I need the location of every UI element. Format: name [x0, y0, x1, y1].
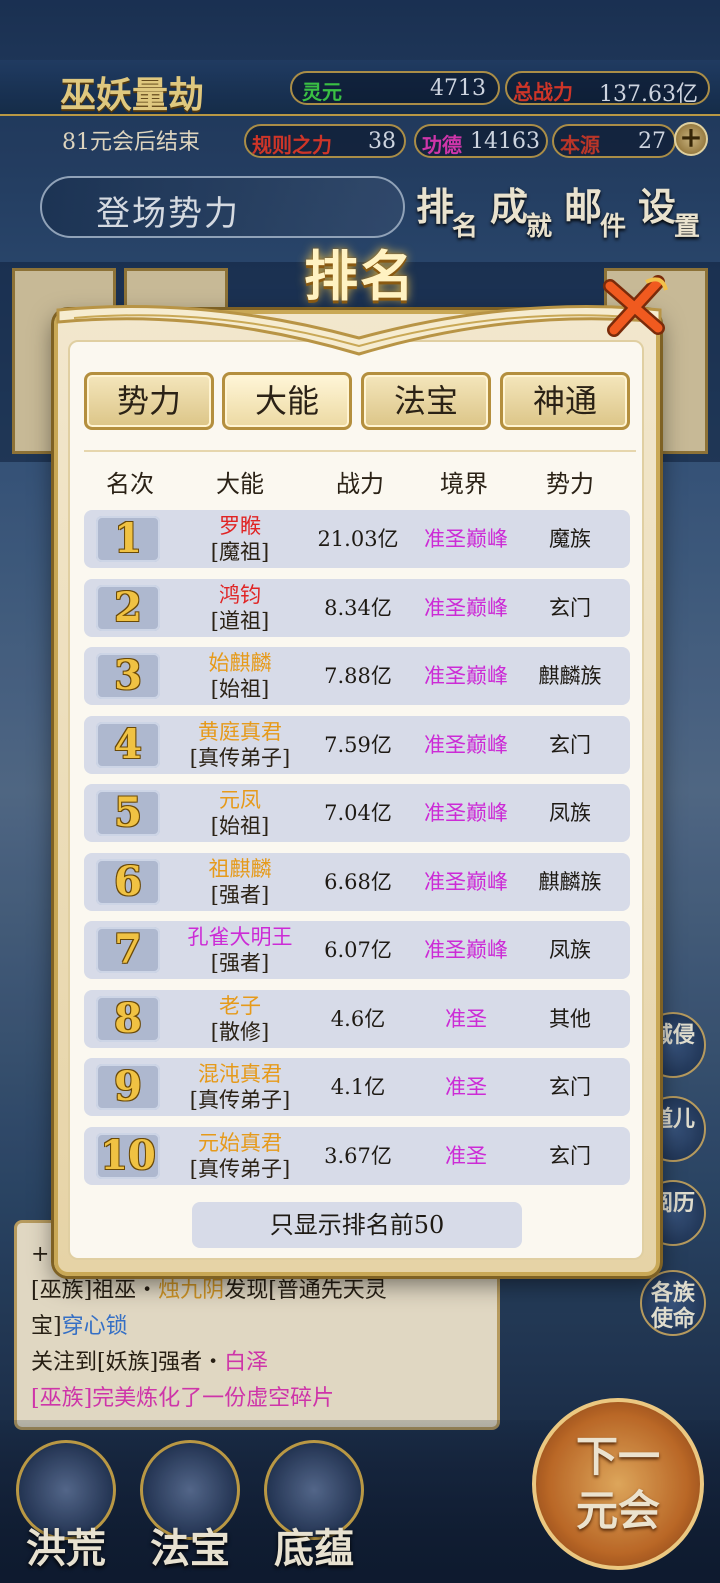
- tab-magic[interactable]: 神通: [500, 372, 630, 430]
- header-power: 战力: [336, 470, 384, 498]
- ranking-row[interactable]: 3 始麒麟 [始祖] 7.88亿 准圣巅峰 麒麟族: [84, 647, 630, 705]
- top50-note: 只显示排名前50: [192, 1202, 522, 1248]
- character-realm: 准圣巅峰: [424, 527, 508, 551]
- rank-badge: 10: [96, 1131, 160, 1179]
- rank-number: 2: [114, 583, 142, 631]
- rank-badge: 4: [96, 720, 160, 768]
- character-title: [魔祖]: [210, 540, 270, 564]
- ranking-row[interactable]: 1 罗睺 [魔祖] 21.03亿 准圣巅峰 魔族: [84, 510, 630, 568]
- character-power: 7.04亿: [324, 801, 392, 825]
- rank-badge: 9: [96, 1064, 160, 1110]
- header-divider: [84, 450, 636, 452]
- character-name: 鸿钧: [219, 582, 261, 607]
- character-power: 4.6亿: [330, 1006, 386, 1031]
- character-power: 6.68亿: [324, 869, 392, 894]
- character-power: 7.88亿: [324, 664, 392, 688]
- character-name: 元凤: [219, 788, 261, 812]
- modal-title: 排名: [304, 244, 416, 308]
- rank-number: 6: [114, 857, 142, 905]
- ranking-row[interactable]: 8 老子 [散修] 4.6亿 准圣 其他: [84, 989, 630, 1048]
- character-power: 7.59亿: [324, 732, 392, 757]
- character-power: 21.03亿: [317, 527, 399, 551]
- close-icon[interactable]: [600, 272, 670, 342]
- character-faction: 麒麟族: [538, 869, 602, 894]
- rank-number: 10: [100, 1131, 156, 1179]
- ranking-row[interactable]: 9 混沌真君 [真传弟子] 4.1亿 准圣 玄门: [84, 1058, 630, 1116]
- character-name: 黄庭真君: [198, 719, 282, 744]
- character-realm: 准圣巅峰: [424, 869, 508, 894]
- character-name: 始麒麟: [208, 651, 272, 675]
- character-title: [真传弟子]: [189, 745, 291, 770]
- character-name: 祖麒麟: [208, 856, 272, 881]
- character-realm: 准圣: [445, 1143, 487, 1168]
- ranking-row[interactable]: 4 黄庭真君 [真传弟子] 7.59亿 准圣巅峰 玄门: [84, 715, 630, 774]
- tab-faction[interactable]: 势力: [84, 372, 214, 430]
- character-realm: 准圣巅峰: [424, 801, 508, 825]
- character-name: 孔雀大明王: [187, 925, 293, 949]
- tab-great-power[interactable]: 大能: [222, 372, 352, 430]
- rank-badge: 5: [96, 790, 160, 836]
- rank-badge: 3: [96, 653, 160, 699]
- character-faction: 玄门: [549, 732, 591, 757]
- character-name: 元始真君: [198, 1130, 282, 1155]
- character-faction: 凤族: [549, 938, 591, 962]
- character-realm: 准圣巅峰: [424, 938, 508, 962]
- character-faction: 凤族: [549, 801, 591, 825]
- rank-number: 5: [114, 789, 142, 836]
- tab-treasure[interactable]: 法宝: [361, 372, 491, 430]
- character-name: 混沌真君: [198, 1062, 282, 1086]
- character-faction: 玄门: [549, 1143, 591, 1168]
- character-realm: 准圣巅峰: [424, 595, 508, 620]
- character-realm: 准圣: [445, 1075, 487, 1099]
- character-title: [强者]: [210, 951, 270, 975]
- character-title: [始祖]: [210, 814, 270, 838]
- rank-number: 4: [114, 720, 142, 768]
- character-faction: 玄门: [549, 595, 591, 620]
- character-power: 3.67亿: [324, 1143, 392, 1168]
- rank-badge: 6: [96, 857, 160, 905]
- character-realm: 准圣: [445, 1006, 487, 1031]
- rank-badge: 1: [96, 516, 160, 562]
- character-power: 6.07亿: [324, 938, 392, 962]
- character-realm: 准圣巅峰: [424, 732, 508, 757]
- character-title: [强者]: [210, 882, 270, 907]
- header-rank: 名次: [106, 470, 154, 498]
- rank-number: 9: [114, 1063, 142, 1110]
- character-faction: 魔族: [549, 527, 591, 551]
- ranking-row[interactable]: 6 祖麒麟 [强者] 6.68亿 准圣巅峰 麒麟族: [84, 852, 630, 911]
- character-title: [散修]: [210, 1019, 270, 1044]
- ranking-row[interactable]: 5 元凤 [始祖] 7.04亿 准圣巅峰 凤族: [84, 784, 630, 842]
- ranking-row[interactable]: 7 孔雀大明王 [强者] 6.07亿 准圣巅峰 凤族: [84, 921, 630, 979]
- rank-badge: 8: [96, 994, 160, 1042]
- character-realm: 准圣巅峰: [424, 664, 508, 688]
- character-faction: 麒麟族: [538, 664, 602, 688]
- rank-badge: 7: [96, 927, 160, 973]
- header-faction: 势力: [546, 470, 594, 498]
- character-power: 8.34亿: [324, 595, 392, 620]
- rank-number: 8: [114, 994, 142, 1042]
- character-name: 罗睺: [219, 514, 261, 538]
- character-title: [真传弟子]: [189, 1088, 291, 1112]
- character-title: [道祖]: [210, 608, 270, 633]
- header-realm: 境界: [440, 470, 488, 498]
- character-faction: 其他: [549, 1006, 591, 1031]
- rank-number: 7: [114, 926, 142, 973]
- header-name: 大能: [216, 470, 264, 498]
- character-power: 4.1亿: [330, 1075, 386, 1099]
- ranking-row[interactable]: 2 鸿钧 [道祖] 8.34亿 准圣巅峰 玄门: [84, 578, 630, 637]
- character-faction: 玄门: [549, 1075, 591, 1099]
- ranking-row[interactable]: 10 元始真君 [真传弟子] 3.67亿 准圣 玄门: [84, 1126, 630, 1185]
- rank-number: 1: [114, 515, 142, 562]
- character-title: [真传弟子]: [189, 1156, 291, 1181]
- rank-number: 3: [114, 652, 142, 699]
- rank-badge: 2: [96, 583, 160, 631]
- character-name: 老子: [219, 993, 261, 1018]
- character-title: [始祖]: [210, 677, 270, 701]
